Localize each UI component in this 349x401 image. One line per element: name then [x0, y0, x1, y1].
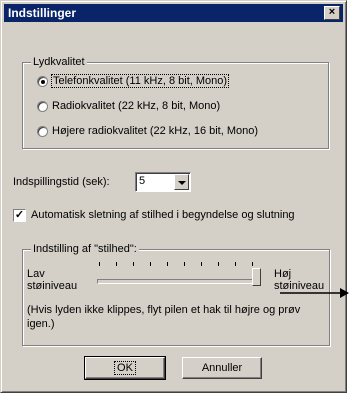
- radio-button: [37, 100, 48, 112]
- low-noise-label-line2: støiniveau: [27, 280, 78, 292]
- radio-label: Højere radiokvalitet (22 kHz, 16 bit, Mo…: [52, 125, 259, 137]
- high-noise-label-line1: Høj: [274, 268, 292, 280]
- radio-telephone-quality[interactable]: Telefonkvalitet (11 kHz, 8 bit, Mono): [37, 74, 230, 88]
- radio-button: [37, 75, 48, 87]
- radio-radio-quality[interactable]: Radiokvalitet (22 kHz, 8 bit, Mono): [37, 100, 220, 112]
- dialog-title: Indstillinger: [8, 6, 77, 20]
- title-bar: Indstillinger ×: [4, 4, 343, 22]
- slider-thumb[interactable]: [252, 268, 261, 286]
- silence-legend: Indstilling af "stilhed":: [31, 243, 139, 255]
- ok-button-label: OK: [114, 361, 136, 375]
- radio-label: Telefonkvalitet (11 kHz, 8 bit, Mono): [50, 74, 230, 88]
- radio-higher-radio-quality[interactable]: Højere radiokvalitet (22 kHz, 16 bit, Mo…: [37, 125, 258, 137]
- cancel-button[interactable]: Annuller: [182, 357, 262, 379]
- ok-button[interactable]: OK: [84, 356, 166, 380]
- slider-tick: [252, 262, 253, 266]
- slider-tick: [218, 262, 219, 266]
- cancel-button-label: Annuller: [201, 362, 243, 374]
- slider-tick: [201, 262, 202, 266]
- close-button[interactable]: ×: [324, 6, 340, 20]
- slider-tick: [150, 262, 151, 266]
- silence-hint-text: (Hvis lyden ikke klippes, flyt pilen et …: [27, 304, 301, 330]
- slider-tick: [184, 262, 185, 266]
- slider-tick: [116, 262, 117, 266]
- recording-time-label: Indspillingstid (sek):: [13, 176, 110, 188]
- chevron-down-icon[interactable]: [174, 174, 189, 190]
- recording-time-value: 5: [139, 175, 146, 187]
- slider-tick: [235, 262, 236, 266]
- checkmark-icon: ✓: [14, 209, 25, 221]
- recording-time-select[interactable]: 5: [135, 172, 191, 192]
- slider-tick: [99, 262, 100, 266]
- auto-trim-checkbox[interactable]: ✓: [13, 209, 26, 222]
- slider-track: [97, 279, 261, 284]
- sound-quality-group: Lydkvalitet Telefonkvalitet (11 kHz, 8 b…: [22, 56, 329, 149]
- silence-slider[interactable]: [95, 262, 265, 288]
- slider-tick: [133, 262, 134, 266]
- sound-quality-legend: Lydkvalitet: [31, 56, 87, 68]
- settings-dialog: Indstillinger × Lydkvalitet Telefonkvali…: [0, 0, 347, 393]
- radio-button: [37, 125, 48, 137]
- low-noise-label-line1: Lav: [27, 268, 45, 280]
- slider-tick: [167, 262, 168, 266]
- auto-trim-label[interactable]: Automatisk sletning af stilhed i begynde…: [31, 209, 295, 221]
- close-icon: ×: [328, 6, 336, 18]
- annotation-arrow-icon: [280, 288, 349, 298]
- radio-label: Radiokvalitet (22 kHz, 8 bit, Mono): [52, 100, 221, 112]
